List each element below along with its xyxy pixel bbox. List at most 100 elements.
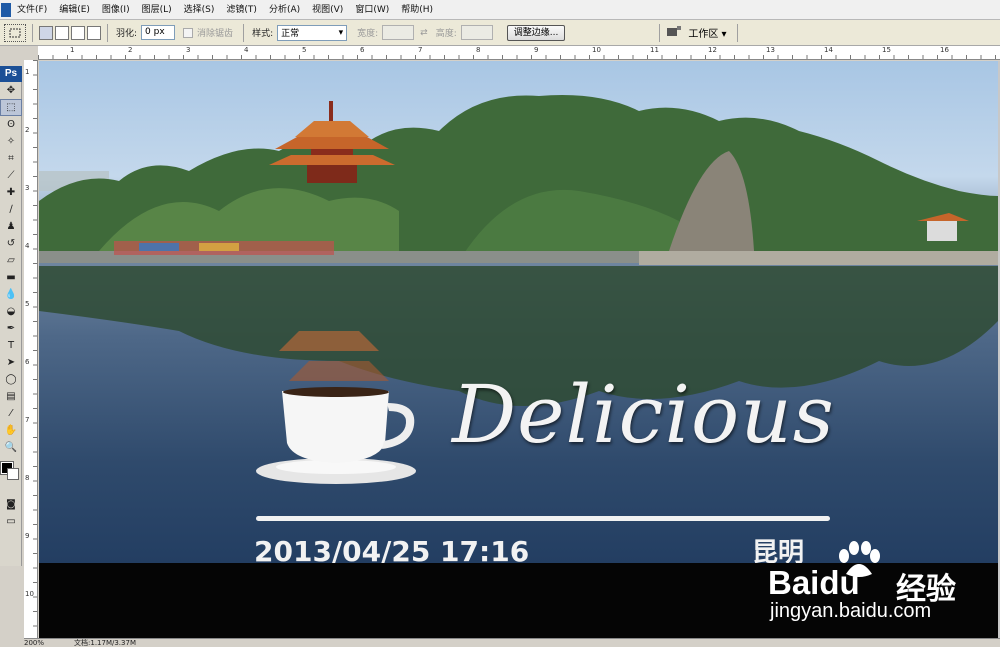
hand-tool-icon[interactable]: ✋ bbox=[0, 422, 22, 439]
selection-mode-group bbox=[39, 25, 101, 40]
horizontal-ruler: 1 2 3 4 5 6 7 8 9 10 11 12 13 14 15 16 bbox=[38, 46, 1000, 60]
ruler-number: 12 bbox=[708, 46, 717, 54]
chevron-down-icon: ▾ bbox=[338, 27, 344, 38]
color-swatches bbox=[0, 456, 22, 496]
toolbox: Ps ✥ ⬚ ʘ ✧ ⌗ ⟋ ✚ ∕ ♟ ↺ ▱ ▬ 💧 ◒ ✒ T ➤ ◯ ▤… bbox=[0, 66, 22, 566]
separator bbox=[736, 23, 738, 42]
history-brush-tool-icon[interactable]: ↺ bbox=[0, 235, 22, 252]
menu-filter[interactable]: 滤镜(T) bbox=[220, 0, 263, 20]
style-select[interactable]: 正常 ▾ bbox=[277, 24, 348, 41]
style-label: 样式: bbox=[252, 29, 274, 39]
ruler-number: 1 bbox=[70, 46, 75, 54]
separator bbox=[32, 23, 33, 42]
gradient-tool-icon[interactable]: ▬ bbox=[0, 269, 22, 286]
move-tool-icon[interactable]: ✥ bbox=[0, 82, 22, 99]
dodge-tool-icon[interactable]: ◒ bbox=[0, 303, 22, 320]
ruler-number: 1 bbox=[25, 68, 30, 76]
ruler-number: 6 bbox=[360, 46, 365, 54]
ruler-number: 5 bbox=[25, 300, 30, 308]
magic-wand-tool-icon[interactable]: ✧ bbox=[0, 133, 22, 150]
baidu-jingyan-watermark: Baidu 经验 jingyan.baidu.com bbox=[768, 540, 988, 630]
ruler-number: 7 bbox=[418, 46, 423, 54]
marquee-tool-preset-icon[interactable] bbox=[4, 23, 26, 42]
ruler-number: 4 bbox=[244, 46, 249, 54]
background-color-swatch[interactable] bbox=[7, 468, 19, 480]
menu-select[interactable]: 选择(S) bbox=[178, 0, 221, 20]
document-info: 文档:1.17M/3.37M bbox=[74, 639, 136, 647]
brush-tool-icon[interactable]: ∕ bbox=[0, 201, 22, 218]
separator bbox=[243, 23, 245, 42]
slice-tool-icon[interactable]: ⟋ bbox=[0, 167, 22, 184]
menu-window[interactable]: 窗口(W) bbox=[349, 0, 395, 20]
zoom-level[interactable]: 200% bbox=[24, 639, 44, 647]
ruler-number: 16 bbox=[940, 46, 949, 54]
app-icon[interactable] bbox=[1, 2, 11, 17]
datetime-text: 2013/04/25 17:16 bbox=[254, 535, 530, 563]
workspace-menu[interactable]: 工作区 ▾ bbox=[688, 25, 726, 40]
menu-help[interactable]: 帮助(H) bbox=[395, 0, 439, 20]
menu-analysis[interactable]: 分析(A) bbox=[263, 0, 306, 20]
new-selection-icon[interactable] bbox=[39, 25, 53, 40]
width-label: 宽度: bbox=[357, 29, 379, 39]
document-canvas[interactable]: Delicious 2013/04/25 17:16 昆明 bbox=[39, 61, 998, 563]
clone-stamp-tool-icon[interactable]: ♟ bbox=[0, 218, 22, 235]
menu-file[interactable]: 文件(F) bbox=[11, 0, 53, 20]
ruler-number: 8 bbox=[25, 474, 30, 482]
ruler-number: 13 bbox=[766, 46, 775, 54]
intersect-selection-icon[interactable] bbox=[87, 25, 101, 40]
refine-edge-button[interactable]: 调整边缘... bbox=[506, 24, 566, 41]
ruler-number: 2 bbox=[128, 46, 133, 54]
width-input[interactable] bbox=[382, 25, 415, 40]
ruler-number: 8 bbox=[476, 46, 481, 54]
path-selection-tool-icon[interactable]: ➤ bbox=[0, 354, 22, 371]
height-input[interactable] bbox=[460, 25, 493, 40]
ruler-number: 3 bbox=[186, 46, 191, 54]
menu-image[interactable]: 图像(I) bbox=[96, 0, 136, 20]
ruler-number: 14 bbox=[824, 46, 833, 54]
style-value: 正常 bbox=[281, 29, 300, 39]
eraser-tool-icon[interactable]: ▱ bbox=[0, 252, 22, 269]
quick-mask-icon[interactable]: ◙ bbox=[0, 496, 22, 513]
antialias-checkbox[interactable] bbox=[183, 27, 194, 38]
workspace-switcher-icon[interactable] bbox=[666, 25, 682, 40]
pen-tool-icon[interactable]: ✒ bbox=[0, 320, 22, 337]
ruler-number: 10 bbox=[25, 590, 34, 598]
height-label: 高度: bbox=[435, 29, 457, 39]
type-tool-icon[interactable]: T bbox=[0, 337, 22, 354]
separator bbox=[659, 23, 661, 42]
coffee-cup-icon bbox=[256, 387, 416, 484]
blur-tool-icon[interactable]: 💧 bbox=[0, 286, 22, 303]
menu-layer[interactable]: 图层(L) bbox=[136, 0, 178, 20]
menu-edit[interactable]: 编辑(E) bbox=[53, 0, 96, 20]
crop-tool-icon[interactable]: ⌗ bbox=[0, 150, 22, 167]
baidu-brand: Baidu bbox=[768, 564, 860, 602]
baidu-brand-bai: Bai bbox=[768, 564, 820, 601]
divider-line bbox=[256, 516, 830, 521]
lake-pavilion-photo bbox=[39, 95, 998, 484]
lasso-tool-icon[interactable]: ʘ bbox=[0, 116, 22, 133]
watermark-url: jingyan.baidu.com bbox=[770, 600, 932, 622]
ruler-number: 11 bbox=[650, 46, 659, 54]
options-bar: 羽化: 0 px 消除锯齿 样式: 正常 ▾ 宽度: ⇄ 高度: 调整边缘...… bbox=[0, 20, 1000, 46]
ruler-number: 3 bbox=[25, 184, 30, 192]
ruler-number: 10 bbox=[592, 46, 601, 54]
notes-tool-icon[interactable]: ▤ bbox=[0, 388, 22, 405]
subtract-from-selection-icon[interactable] bbox=[71, 25, 85, 40]
status-bar: 200% 文档:1.17M/3.37M bbox=[24, 638, 1000, 647]
ruler-number: 6 bbox=[25, 358, 30, 366]
menu-view[interactable]: 视图(V) bbox=[306, 0, 349, 20]
feather-input[interactable]: 0 px bbox=[141, 25, 176, 40]
screen-mode-icon[interactable]: ▭ bbox=[0, 513, 22, 530]
ruler-number: 5 bbox=[302, 46, 307, 54]
marquee-tool-icon[interactable]: ⬚ bbox=[0, 99, 22, 116]
zoom-tool-icon[interactable]: 🔍 bbox=[0, 439, 22, 456]
swap-dimensions-icon[interactable]: ⇄ bbox=[420, 28, 428, 38]
healing-brush-tool-icon[interactable]: ✚ bbox=[0, 184, 22, 201]
ruler-number: 9 bbox=[25, 532, 30, 540]
ruler-number: 2 bbox=[25, 126, 30, 134]
eyedropper-tool-icon[interactable]: ⁄ bbox=[0, 405, 22, 422]
add-to-selection-icon[interactable] bbox=[55, 25, 69, 40]
photoshop-logo: Ps bbox=[0, 66, 22, 82]
baidu-brand-du: du bbox=[819, 564, 860, 601]
shape-tool-icon[interactable]: ◯ bbox=[0, 371, 22, 388]
